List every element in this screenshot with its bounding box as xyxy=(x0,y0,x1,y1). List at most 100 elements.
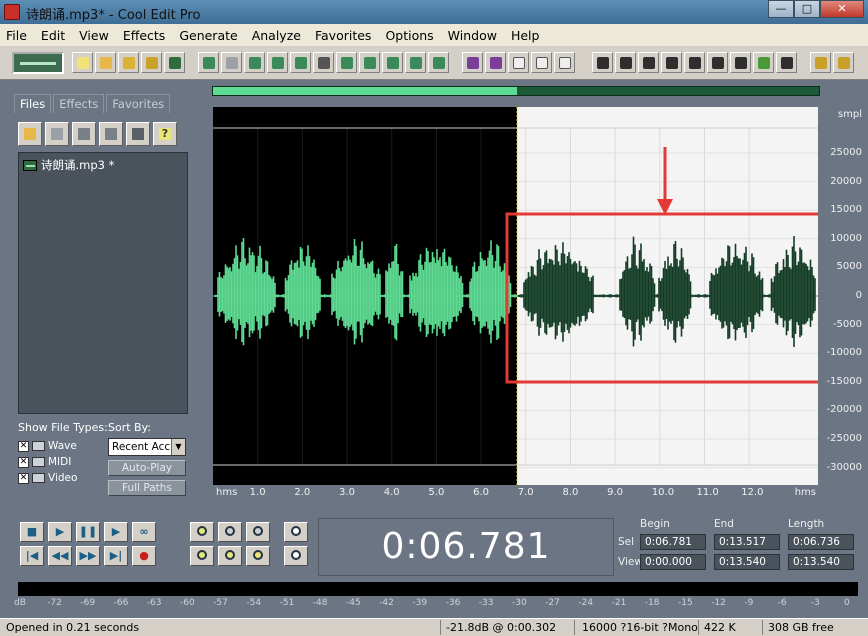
menu-favorites[interactable]: Favorites xyxy=(315,28,371,43)
view-spectral-button[interactable] xyxy=(615,52,636,73)
paste-new-button[interactable] xyxy=(359,52,380,73)
view-time-button[interactable] xyxy=(684,52,705,73)
minimize-button[interactable]: — xyxy=(768,0,794,18)
play-button[interactable]: ▶ xyxy=(48,522,72,542)
view-length-field[interactable]: 0:13.540 xyxy=(788,554,854,570)
rulers-button[interactable] xyxy=(554,52,575,73)
view-play-list-button[interactable] xyxy=(661,52,682,73)
view-bars-button[interactable] xyxy=(730,52,751,73)
sel-length-field[interactable]: 0:06.736 xyxy=(788,534,854,550)
play-to-end-button[interactable]: ▶ xyxy=(104,522,128,542)
crop-button[interactable] xyxy=(428,52,449,73)
view-end-field[interactable]: 0:13.540 xyxy=(714,554,780,570)
file-list[interactable]: 诗朗诵.mp3 * xyxy=(18,152,188,414)
zoom-right-icon[interactable] xyxy=(246,546,270,566)
new-file-button[interactable] xyxy=(72,52,93,73)
repeat-button[interactable] xyxy=(244,52,265,73)
zoom-in-icon[interactable] xyxy=(190,522,214,542)
view-begin-field[interactable]: 0:00.000 xyxy=(640,554,706,570)
maximize-button[interactable]: □ xyxy=(794,0,820,18)
sort-by-select[interactable]: Recent Acc ▼ xyxy=(108,438,186,456)
menu-help[interactable]: Help xyxy=(511,28,540,43)
sel-end-field[interactable]: 0:13.517 xyxy=(714,534,780,550)
view-status-button[interactable] xyxy=(776,52,797,73)
undo-button[interactable] xyxy=(198,52,219,73)
menu-edit[interactable]: Edit xyxy=(41,28,65,43)
overview-bar[interactable] xyxy=(212,86,820,96)
record-button[interactable]: ● xyxy=(132,546,156,566)
close-file-button[interactable] xyxy=(164,52,185,73)
copy-button[interactable] xyxy=(267,52,288,73)
save-all-button[interactable] xyxy=(141,52,162,73)
properties-icon[interactable] xyxy=(126,122,150,146)
amplitude-ruler[interactable]: smpl 25000 20000 15000 10000 5000 0 -5000 -1000… xyxy=(819,107,868,485)
go-to-end-button[interactable]: ▶| xyxy=(104,546,128,566)
meter-tick-label: -51 xyxy=(279,598,295,608)
rewind-button[interactable]: ◀◀ xyxy=(48,546,72,566)
grid-button[interactable] xyxy=(508,52,529,73)
stop-button[interactable]: ■ xyxy=(20,522,44,542)
zoom-left-icon[interactable] xyxy=(218,546,242,566)
view-cues-button[interactable] xyxy=(638,52,659,73)
help-icon[interactable]: ? xyxy=(153,122,177,146)
mix-paste-button[interactable] xyxy=(382,52,403,73)
menu-view[interactable]: View xyxy=(79,28,109,43)
fast-forward-button[interactable]: ▶▶ xyxy=(76,546,100,566)
view-levels-button[interactable] xyxy=(753,52,774,73)
video-checkbox[interactable]: ✕ xyxy=(18,472,29,484)
sel-begin-field[interactable]: 0:06.781 xyxy=(640,534,706,550)
save-button[interactable] xyxy=(118,52,139,73)
zoom-selection-icon[interactable] xyxy=(190,546,214,566)
zoom-out-icon[interactable] xyxy=(218,522,242,542)
type-wave-row[interactable]: ✕ Wave xyxy=(18,440,77,452)
paste-button[interactable] xyxy=(336,52,357,73)
zoom-full-icon[interactable] xyxy=(246,522,270,542)
view-clock-button[interactable] xyxy=(707,52,728,73)
view-waveform-button[interactable] xyxy=(592,52,613,73)
vertical-zoom-out-icon[interactable] xyxy=(284,546,308,566)
copy-new-button[interactable] xyxy=(290,52,311,73)
trim-button[interactable] xyxy=(405,52,426,73)
waveform-display[interactable] xyxy=(213,107,818,485)
menu-analyze[interactable]: Analyze xyxy=(252,28,301,43)
vertical-zoom-in-icon[interactable] xyxy=(284,522,308,542)
menu-window[interactable]: Window xyxy=(448,28,497,43)
edit-file-icon[interactable] xyxy=(99,122,123,146)
toolbar xyxy=(0,46,868,80)
menu-generate[interactable]: Generate xyxy=(179,28,237,43)
type-midi-row[interactable]: ✕ MIDI xyxy=(18,456,71,468)
pitch-button[interactable] xyxy=(485,52,506,73)
menu-options[interactable]: Options xyxy=(385,28,433,43)
midi-checkbox[interactable]: ✕ xyxy=(18,456,29,468)
tab-files[interactable]: Files xyxy=(14,94,52,113)
close-button[interactable]: ✕ xyxy=(820,0,864,18)
markers-button[interactable] xyxy=(531,52,552,73)
time-tick-label: 9.0 xyxy=(607,487,624,498)
open-file-icon[interactable] xyxy=(18,122,42,146)
full-paths-button[interactable]: Full Paths xyxy=(108,480,186,496)
redo-button[interactable] xyxy=(221,52,242,73)
meter-tick-label: -33 xyxy=(478,598,494,608)
insert-icon[interactable] xyxy=(72,122,96,146)
go-to-beginning-button[interactable]: |◀ xyxy=(20,546,44,566)
tab-effects[interactable]: Effects xyxy=(53,94,105,113)
type-video-row[interactable]: ✕ Video xyxy=(18,472,77,484)
close-file-icon[interactable] xyxy=(45,122,69,146)
chevron-down-icon[interactable]: ▼ xyxy=(171,439,185,455)
overview-visible-range[interactable] xyxy=(213,87,517,95)
file-item[interactable]: 诗朗诵.mp3 * xyxy=(23,157,114,173)
auto-play-button[interactable]: Auto-Play xyxy=(108,460,186,476)
cut-button[interactable] xyxy=(313,52,334,73)
tab-favorites[interactable]: Favorites xyxy=(106,94,171,113)
batch-tool-button[interactable] xyxy=(833,52,854,73)
menu-file[interactable]: File xyxy=(6,28,27,43)
time-ruler[interactable]: hms hms 1.0 2.0 3.0 4.0 5.0 6.0 7.0 8.0 9.0 10.0 1… xyxy=(213,485,818,503)
favorites-tool-button[interactable] xyxy=(810,52,831,73)
pause-button[interactable]: ❚❚ xyxy=(76,522,100,542)
menu-effects[interactable]: Effects xyxy=(123,28,166,43)
envelope-button[interactable] xyxy=(462,52,483,73)
loop-button[interactable]: ∞ xyxy=(132,522,156,542)
wave-checkbox[interactable]: ✕ xyxy=(18,440,29,452)
multitrack-toggle-button[interactable] xyxy=(12,52,64,74)
open-file-button[interactable] xyxy=(95,52,116,73)
